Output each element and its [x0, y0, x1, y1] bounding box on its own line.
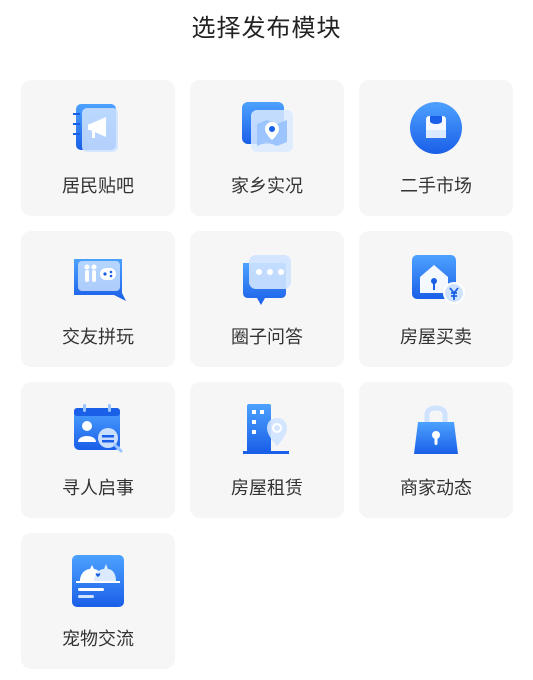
person-search-icon	[68, 400, 128, 460]
chat-bubble-icon	[237, 249, 297, 309]
module-grid: 居民贴吧 家乡实况 二手市场 交友拼玩 圈子问答 房屋买卖 寻人启事 房屋租赁 …	[21, 80, 513, 669]
module-label: 圈子问答	[231, 327, 303, 348]
map-icon	[237, 98, 297, 158]
module-label: 寻人启事	[62, 478, 134, 499]
module-label: 商家动态	[400, 478, 472, 499]
module-label: 二手市场	[400, 176, 472, 197]
module-card-make-friends[interactable]: 交友拼玩	[21, 231, 175, 367]
module-label: 房屋租赁	[231, 478, 303, 499]
megaphone-icon	[68, 98, 128, 158]
lock-bag-icon	[406, 400, 466, 460]
module-card-circle-qa[interactable]: 圈子问答	[190, 231, 344, 367]
page-title: 选择发布模块	[191, 14, 342, 42]
shopping-bag-icon	[406, 98, 466, 158]
module-label: 居民贴吧	[62, 176, 134, 197]
module-label: 宠物交流	[62, 629, 134, 650]
module-card-second-hand-market[interactable]: 二手市场	[359, 80, 513, 216]
module-card-house-trade[interactable]: 房屋买卖	[359, 231, 513, 367]
module-card-residents-forum[interactable]: 居民贴吧	[21, 80, 175, 216]
module-card-missing-person[interactable]: 寻人启事	[21, 382, 175, 518]
house-price-icon	[406, 249, 466, 309]
module-card-merchant-news[interactable]: 商家动态	[359, 382, 513, 518]
module-card-hometown-live[interactable]: 家乡实况	[190, 80, 344, 216]
module-card-house-rental[interactable]: 房屋租赁	[190, 382, 344, 518]
module-label: 家乡实况	[231, 176, 303, 197]
module-card-pet-exchange[interactable]: 宠物交流	[21, 533, 175, 669]
building-location-icon	[237, 400, 297, 460]
pet-icon	[68, 551, 128, 611]
people-gamepad-icon	[68, 249, 128, 309]
module-label: 房屋买卖	[400, 327, 472, 348]
module-label: 交友拼玩	[62, 327, 134, 348]
